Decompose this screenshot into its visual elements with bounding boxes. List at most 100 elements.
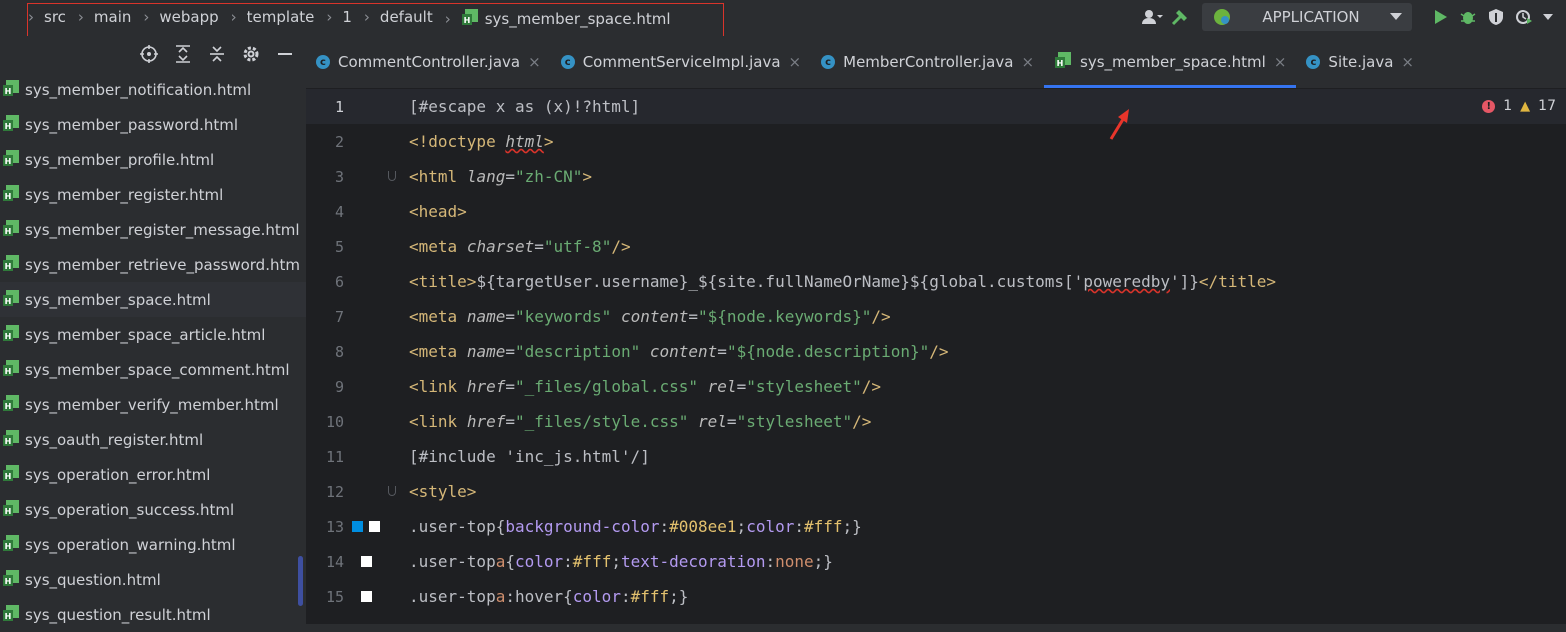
file-tree-item[interactable]: Hsys_member_retrieve_password.htm [0,247,306,282]
svg-text:H: H [5,507,12,516]
breadcrumb-label: src [44,8,66,26]
file-tree-item[interactable]: Hsys_oauth_register.html [0,422,306,457]
breadcrumb-item[interactable]: › webapp [131,8,218,26]
breadcrumb-item[interactable]: › template [219,8,315,26]
svg-text:H: H [5,87,12,96]
run-icon[interactable] [1426,3,1454,31]
file-tree-item[interactable]: Hsys_member_notification.html [0,72,306,107]
code-line[interactable]: <link href = "_files/global.css" rel = "styl… [409,369,1566,404]
close-icon[interactable]: × [1021,53,1034,71]
editor-tab[interactable]: c MemberController.java × [811,36,1044,88]
code-content[interactable]: [#escape x as (x)!?html] <!doctype html > <… [409,89,1566,614]
code-line[interactable]: <meta charset = "utf-8"/> [409,229,1566,264]
editor-tab[interactable]: c Site.java × [1296,36,1424,88]
breadcrumb-item[interactable]: › main [66,8,131,26]
file-tree-item[interactable]: Hsys_question.html [0,562,306,597]
color-swatch[interactable] [352,521,363,532]
close-icon[interactable]: × [528,53,541,71]
html-file-icon: H [2,114,25,136]
chevron-down-icon [1390,13,1402,20]
line-number-text: 13 [325,517,344,536]
file-tree-item[interactable]: Hsys_operation_error.html [0,457,306,492]
code-line[interactable]: <head > [409,194,1566,229]
file-tree-item[interactable]: Hsys_member_profile.html [0,142,306,177]
html-file-icon: H [2,359,25,381]
debug-icon[interactable] [1454,3,1482,31]
color-swatch[interactable] [361,591,372,602]
html-file-icon: H [2,569,25,591]
hide-panel-icon[interactable] [270,40,300,68]
chevron-right-icon: › [28,8,34,26]
svg-text:H: H [5,332,12,341]
file-name: sys_member_verify_member.html [25,395,279,414]
fold-marker-icon[interactable] [388,486,396,496]
annotation-arrow-icon [1109,109,1129,140]
file-tree-item[interactable]: Hsys_member_register_message.html [0,212,306,247]
line-number-text: 15 [325,587,344,606]
close-icon[interactable]: × [1274,53,1287,71]
fold-marker-icon[interactable] [388,171,396,181]
build-hammer-icon[interactable] [1166,3,1194,31]
user-account-icon[interactable] [1138,3,1166,31]
svg-text:H: H [5,227,12,236]
run-configuration-select[interactable]: APPLICATION [1202,3,1412,31]
svg-text:H: H [5,122,12,131]
close-icon[interactable]: × [1401,53,1414,71]
code-line[interactable]: [#include 'inc_js.html'/] [409,439,1566,474]
inspection-widget[interactable]: ! 1 ▲ 17 [1482,98,1556,114]
line-number-text: 11 [325,447,344,466]
line-number: 10 [306,404,396,439]
main-toolbar: APPLICATION [1138,0,1566,34]
breadcrumb-item[interactable]: › default [352,8,433,26]
code-line[interactable]: <link href = "_files/style.css" rel = "style… [409,404,1566,439]
breadcrumb-item[interactable]: › Hsys_member_space.html [433,8,671,30]
breadcrumb-item[interactable]: › src [28,8,66,26]
svg-text:H: H [5,262,12,271]
more-actions-icon[interactable] [1538,3,1558,31]
gear-icon[interactable] [236,40,266,68]
file-tree-item[interactable]: Hsys_member_password.html [0,107,306,142]
coverage-icon[interactable] [1482,3,1510,31]
html-file-icon: H [2,289,25,311]
code-line[interactable]: .user-top a{color: #fff; text-decoration: n… [409,544,1566,579]
color-swatch[interactable] [369,521,380,532]
svg-text:H: H [5,577,12,586]
editor-tab[interactable]: c CommentServiceImpl.java × [551,36,811,88]
breadcrumb-item[interactable]: › 1 [314,8,352,26]
editor-tab[interactable]: Hsys_member_space.html × [1044,36,1297,88]
code-line[interactable]: <meta name = "description" content = "${node… [409,334,1566,369]
file-tree-item[interactable]: Hsys_member_space.html [0,282,306,317]
code-line[interactable]: <meta name = "keywords" content = "${node.ke… [409,299,1566,334]
svg-text:H: H [5,437,12,446]
code-line[interactable]: <!doctype html > [409,124,1566,159]
line-number: 5 [306,229,396,264]
line-number: 13 [306,509,396,544]
color-swatch[interactable] [361,556,372,567]
file-name: sys_member_profile.html [25,150,215,169]
code-line[interactable]: .user-top{background-color: #008ee1; color… [409,509,1566,544]
select-opened-file-icon[interactable] [134,40,164,68]
file-tree-item[interactable]: Hsys_member_register.html [0,177,306,212]
file-tree-item[interactable]: Hsys_operation_warning.html [0,527,306,562]
line-number: 3 [306,159,396,194]
line-number: 4 [306,194,396,229]
file-tree-item[interactable]: Hsys_member_verify_member.html [0,387,306,422]
file-name: sys_member_retrieve_password.htm [25,255,300,274]
breadcrumb-label: main [93,8,132,26]
code-line[interactable]: [#escape x as (x)!?html] [409,89,1566,124]
collapse-all-icon[interactable] [202,40,232,68]
editor-tab[interactable]: c CommentController.java × [306,36,551,88]
file-name: sys_question_result.html [25,605,211,624]
code-line[interactable]: <style > [409,474,1566,509]
file-tree-item[interactable]: Hsys_member_space_comment.html [0,352,306,387]
close-icon[interactable]: × [789,53,802,71]
file-tree-item[interactable]: Hsys_operation_success.html [0,492,306,527]
file-tree-item[interactable]: Hsys_member_space_article.html [0,317,306,352]
code-line[interactable]: <html lang = "zh-CN" > [409,159,1566,194]
profiler-icon[interactable] [1510,3,1538,31]
sidebar-scrollbar[interactable] [298,556,303,606]
expand-all-icon[interactable] [168,40,198,68]
file-tree-item[interactable]: Hsys_question_result.html [0,597,306,632]
code-line[interactable]: <title > ${targetUser.username} _ ${site.ful… [409,264,1566,299]
code-line[interactable]: .user-top a:hover{color: #fff;} [409,579,1566,614]
